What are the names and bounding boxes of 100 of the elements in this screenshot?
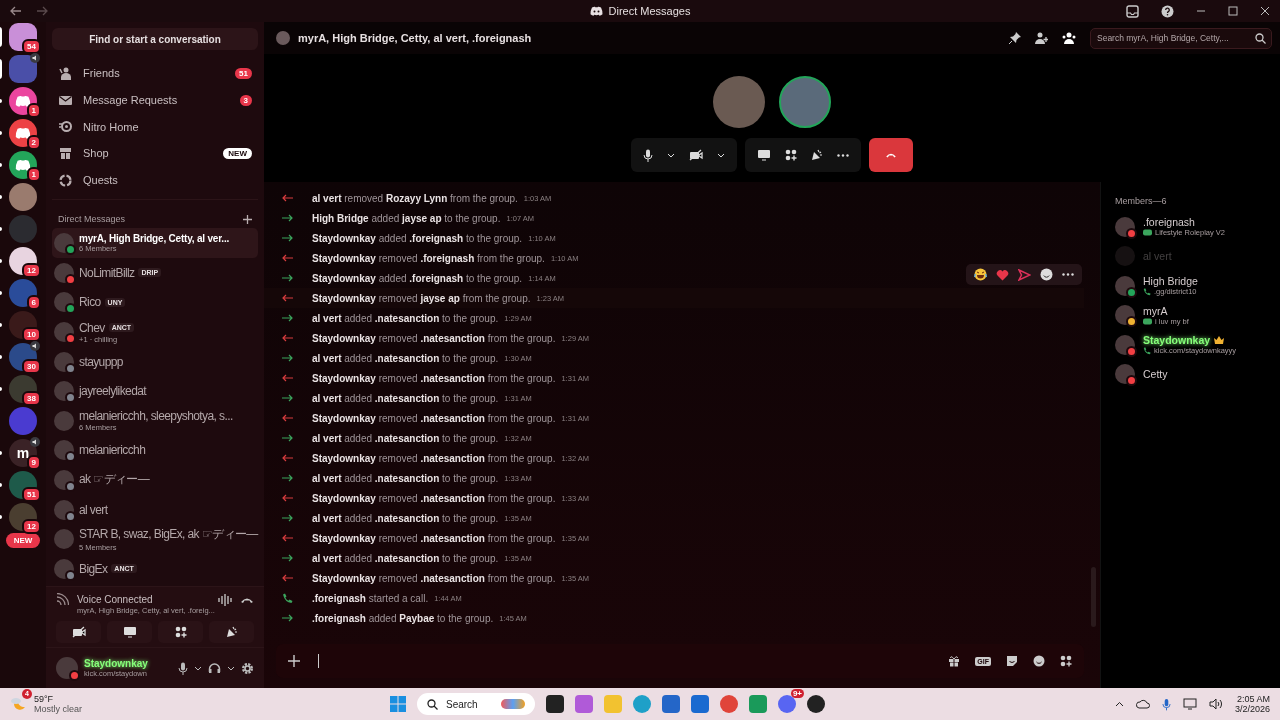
help-icon[interactable]: [1161, 4, 1174, 18]
new-button[interactable]: NEW: [5, 533, 41, 548]
members-icon[interactable]: [1062, 32, 1076, 44]
back-arrow-icon[interactable]: [10, 6, 22, 16]
activities-icon[interactable]: [785, 149, 797, 161]
monitor-icon[interactable]: [1182, 698, 1197, 710]
dm-item[interactable]: melaniericchh: [52, 435, 258, 466]
caret-icon[interactable]: [227, 665, 235, 671]
clock-time[interactable]: 2:05 AM: [1236, 694, 1270, 704]
caret-icon[interactable]: [667, 152, 675, 158]
system-message: Staydownkay removed .natesanction from the group.: [312, 452, 556, 464]
system-message: Staydownkay removed .natesanction from the group.: [312, 492, 556, 504]
speaker-icon[interactable]: [1208, 698, 1223, 710]
more-icon[interactable]: [1062, 273, 1074, 276]
screen-share-icon[interactable]: [757, 149, 771, 161]
headphones-icon[interactable]: [208, 662, 221, 674]
dm-name: Rico: [79, 295, 101, 310]
count-badge: 3: [239, 94, 252, 106]
server-icon[interactable]: [9, 151, 37, 179]
system-message: al vert added .natesanction to the group.: [312, 312, 499, 324]
hang-up-button[interactable]: [869, 138, 913, 172]
participant-photo[interactable]: [713, 76, 765, 128]
system-message: Staydownkay added .foreignash to the group.: [312, 232, 523, 244]
apps-icon[interactable]: [1060, 655, 1072, 667]
server-icon[interactable]: [9, 87, 37, 115]
nav-item[interactable]: Message Requests: [83, 94, 230, 107]
search-label: Search: [446, 698, 478, 710]
unread-badge: 38: [22, 391, 41, 406]
camera-off-button[interactable]: [56, 621, 101, 643]
system-message: Staydownkay removed .natesanction from the group.: [312, 412, 556, 424]
nav-item[interactable]: Shop: [83, 147, 214, 160]
dm-name: stayuppp: [79, 354, 123, 369]
microphone-icon[interactable]: [178, 661, 188, 675]
system-message: al vert added .natesanction to the group.: [312, 352, 499, 364]
search-icon: [427, 698, 438, 710]
taskbar-search[interactable]: Search: [417, 693, 535, 715]
dm-item[interactable]: al vert: [52, 494, 258, 525]
settings-icon[interactable]: [241, 661, 254, 675]
soundboard-icon[interactable]: [811, 149, 823, 161]
plus-icon[interactable]: [288, 655, 300, 667]
hang-up-icon: [884, 151, 898, 159]
avatar: [54, 410, 74, 431]
member-name: Cetty: [1143, 368, 1168, 381]
maximize-icon[interactable]: [1228, 6, 1238, 16]
member-name: .foreignash: [1143, 216, 1195, 229]
avatar: [54, 558, 74, 579]
soundboard-button[interactable]: [209, 621, 254, 643]
caret-icon[interactable]: [194, 665, 202, 671]
find-conversation-button[interactable]: Find or start a conversation: [52, 28, 258, 50]
pin-icon[interactable]: [1009, 32, 1021, 44]
laughing-emoji-icon[interactable]: [974, 268, 987, 281]
search-field[interactable]: Search myrA, High Bridge, Cetty,...: [1090, 27, 1272, 49]
participant-photo[interactable]: [779, 76, 831, 128]
plus-icon[interactable]: [243, 214, 252, 224]
send-icon[interactable]: [1018, 268, 1031, 281]
dm-name: NoLimitBillz: [79, 265, 135, 280]
server-photo[interactable]: [9, 279, 37, 307]
temperature: 59°F: [34, 694, 55, 704]
dm-name: melaniericchh: [79, 443, 146, 458]
sticker-icon[interactable]: [1006, 655, 1018, 667]
add-friend-icon[interactable]: [1035, 32, 1048, 44]
dm-name: melaniericchh, sleepyshotya, s...: [79, 409, 233, 424]
search-icon: [1255, 32, 1266, 44]
window-title: Direct Messages: [608, 5, 691, 17]
screen-share-button[interactable]: [107, 621, 152, 643]
group-avatar: [276, 31, 290, 45]
system-message: Staydownkay removed .natesanction from the group.: [312, 572, 556, 584]
inbox-icon[interactable]: [1126, 4, 1139, 18]
activities-button[interactable]: [158, 621, 203, 643]
discord-logo-icon: [589, 6, 603, 16]
caret-icon[interactable]: [717, 152, 725, 158]
emoji-icon[interactable]: [1033, 655, 1045, 667]
system-message: al vert removed Rozayy Lynn from the group.: [312, 192, 518, 204]
sound-wave-icon[interactable]: [218, 593, 232, 606]
clock-date[interactable]: 3/2/2026: [1234, 704, 1270, 714]
system-message: al vert added .natesanction to the group.: [312, 552, 499, 564]
camera-off-icon[interactable]: [689, 149, 703, 161]
dm-item[interactable]: stayuppp: [52, 346, 258, 377]
nav-item[interactable]: Quests: [83, 174, 252, 187]
app-icon[interactable]: [807, 695, 825, 713]
gift-icon[interactable]: [948, 655, 961, 667]
unread-badge: 51: [22, 487, 41, 502]
dm-item[interactable]: jayreelylikedat: [52, 376, 258, 406]
dm-item[interactable]: ak ☞ディー—: [52, 465, 258, 495]
more-icon[interactable]: [837, 153, 849, 157]
nav-item[interactable]: Nitro Home: [83, 120, 252, 133]
nav-item[interactable]: Friends: [83, 67, 226, 80]
add-reaction-icon[interactable]: [1040, 268, 1053, 281]
cloud-icon[interactable]: [1135, 699, 1150, 709]
heart-icon[interactable]: [996, 268, 1009, 281]
activities-icon: [174, 626, 187, 638]
member-item[interactable]: Cetty: [1115, 359, 1272, 389]
system-message: Staydownkay removed .natesanction from the group.: [312, 372, 556, 384]
close-icon[interactable]: [1260, 6, 1270, 16]
server-icon[interactable]: [9, 119, 37, 147]
app-icon[interactable]: [546, 695, 564, 713]
browser-icon[interactable]: [720, 695, 738, 713]
weather-condition: Mostly clear: [34, 704, 82, 714]
microphone-icon[interactable]: [643, 148, 653, 162]
chevron-up-icon[interactable]: [1114, 701, 1124, 707]
